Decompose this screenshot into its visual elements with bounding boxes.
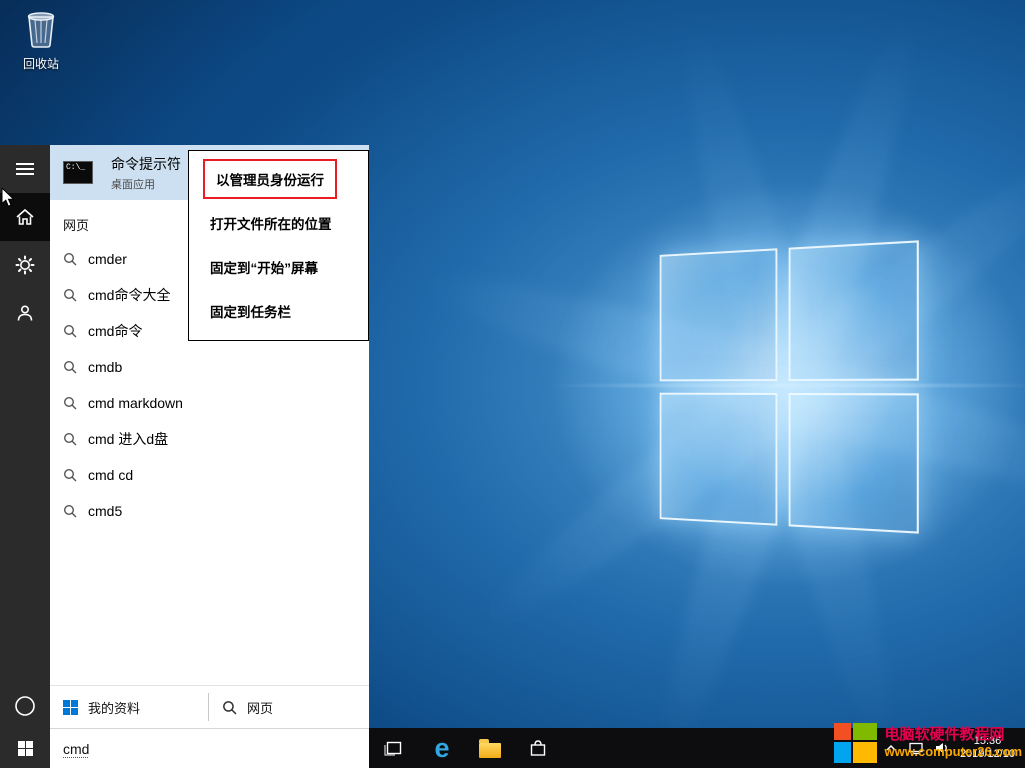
- my-stuff-button[interactable]: 我的资料: [50, 686, 208, 728]
- start-sidebar: [0, 145, 50, 768]
- search-suggestion[interactable]: cmd5: [50, 493, 369, 529]
- file-explorer-icon: [479, 743, 501, 758]
- task-view-icon: [384, 739, 404, 757]
- search-icon: [63, 396, 77, 410]
- search-suggestion[interactable]: cmdb: [50, 349, 369, 385]
- search-icon: [63, 468, 77, 482]
- cortana-circle-icon: [13, 694, 37, 718]
- menu-item-open-file-location[interactable]: 打开文件所在的位置: [189, 201, 368, 245]
- context-menu: 以管理员身份运行 打开文件所在的位置 固定到“开始”屏幕 固定到任务栏: [188, 150, 369, 341]
- watermark-logo-icon: [834, 723, 877, 763]
- edge-browser-button[interactable]: e: [418, 728, 466, 768]
- sidebar-spacer: [0, 337, 50, 684]
- store-button[interactable]: [514, 728, 562, 768]
- suggestion-label: cmdb: [88, 359, 122, 375]
- web-button[interactable]: 网页: [209, 686, 273, 728]
- watermark-text: 电脑软硬件教程网 www.computer26.com: [885, 726, 1023, 760]
- menu-item-pin-to-taskbar[interactable]: 固定到任务栏: [189, 289, 368, 333]
- search-icon: [63, 324, 77, 338]
- recycle-bin-desktop-icon[interactable]: 回收站: [12, 8, 70, 72]
- search-icon: [63, 360, 77, 374]
- watermark-site-url: www.computer26.com: [885, 744, 1023, 760]
- mouse-cursor: [1, 188, 15, 213]
- my-stuff-label: 我的资料: [88, 698, 140, 717]
- store-bag-icon: [528, 738, 548, 758]
- suggestion-label: cmd5: [88, 503, 122, 519]
- search-suggestion[interactable]: cmd markdown: [50, 385, 369, 421]
- menu-item-run-as-admin[interactable]: 以管理员身份运行: [189, 157, 368, 201]
- task-view-button[interactable]: [370, 728, 418, 768]
- suggestion-label: cmd命令: [88, 321, 142, 341]
- person-icon: [15, 303, 35, 323]
- windows-flag-icon: [63, 700, 78, 715]
- top-result-text: 命令提示符 桌面应用: [111, 154, 181, 192]
- taskbar-icons: e: [370, 728, 562, 768]
- search-icon: [222, 700, 237, 715]
- search-icon: [63, 252, 77, 266]
- search-icon: [63, 504, 77, 518]
- gear-icon: [15, 255, 35, 275]
- top-result-title: 命令提示符: [111, 154, 181, 174]
- cortana-button[interactable]: [0, 684, 50, 728]
- top-result-subtitle: 桌面应用: [111, 176, 181, 192]
- search-input[interactable]: cmd: [50, 728, 369, 768]
- home-icon: [15, 208, 35, 226]
- web-button-label: 网页: [247, 698, 273, 717]
- suggestion-label: cmd 进入d盘: [88, 429, 168, 449]
- file-explorer-button[interactable]: [466, 728, 514, 768]
- menu-item-pin-to-start[interactable]: 固定到“开始”屏幕: [189, 245, 368, 289]
- search-suggestion[interactable]: cmd 进入d盘: [50, 421, 369, 457]
- hamburger-menu-button[interactable]: [0, 145, 50, 193]
- site-watermark: 电脑软硬件教程网 www.computer26.com: [834, 723, 1023, 763]
- desktop: 回收站 e: [0, 0, 1025, 768]
- hamburger-icon: [16, 162, 34, 176]
- suggestion-label: cmder: [88, 251, 127, 267]
- suggestion-label: cmd命令大全: [88, 285, 170, 305]
- search-icon: [63, 288, 77, 302]
- suggestion-label: cmd markdown: [88, 395, 183, 411]
- start-button[interactable]: [0, 728, 50, 768]
- search-icon: [63, 432, 77, 446]
- search-suggestion[interactable]: cmd cd: [50, 457, 369, 493]
- search-footer: 我的资料 网页: [50, 685, 369, 728]
- windows-logo-icon: [18, 741, 33, 756]
- command-prompt-icon: C:\_: [63, 161, 93, 184]
- recycle-bin-label: 回收站: [12, 55, 70, 72]
- edge-icon: e: [434, 735, 449, 762]
- sidebar-feedback-button[interactable]: [0, 289, 50, 337]
- recycle-bin-icon: [23, 8, 59, 48]
- watermark-site-name: 电脑软硬件教程网: [885, 726, 1023, 744]
- suggestion-label: cmd cd: [88, 467, 133, 483]
- red-highlight-box: 以管理员身份运行: [203, 159, 337, 199]
- sidebar-settings-button[interactable]: [0, 241, 50, 289]
- search-input-value: cmd: [63, 741, 89, 757]
